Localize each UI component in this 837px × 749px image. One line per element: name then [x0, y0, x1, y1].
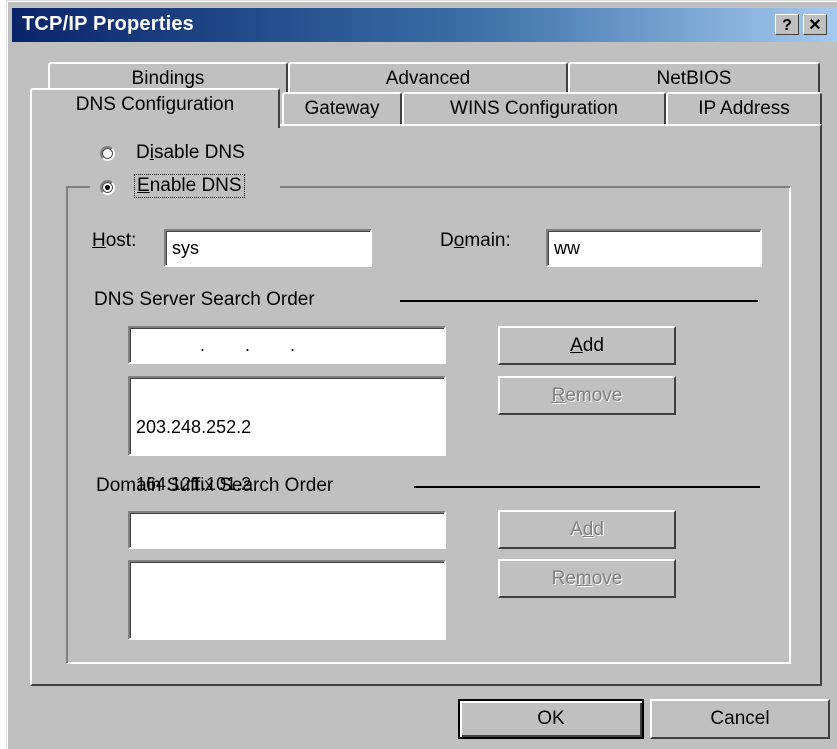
tab-netbios[interactable]: NetBIOS	[568, 62, 820, 96]
section-divider	[400, 300, 758, 302]
list-item[interactable]: 203.248.252.2	[136, 418, 444, 437]
domain-suffix-add-button[interactable]: Add	[498, 510, 676, 549]
tab-label: Advanced	[385, 68, 471, 89]
disable-dns-radio[interactable]	[100, 146, 115, 161]
tab-label: Bindings	[131, 68, 205, 89]
radio-selected-dot	[105, 185, 110, 190]
dns-server-add-button[interactable]: Add	[498, 326, 676, 365]
cancel-button[interactable]: Cancel	[650, 699, 830, 739]
enable-dns-label[interactable]: Enable DNS	[134, 174, 245, 198]
domain-suffix-list[interactable]	[128, 560, 446, 640]
enable-dns-radio[interactable]	[100, 180, 115, 195]
dns-server-ip-input[interactable]: . . .	[128, 326, 446, 364]
help-icon: ?	[782, 17, 792, 34]
section-divider	[414, 486, 760, 488]
dns-server-search-order-label: DNS Server Search Order	[94, 289, 315, 310]
ok-button[interactable]: OK	[458, 699, 644, 739]
tab-gateway[interactable]: Gateway	[282, 92, 402, 126]
close-button[interactable]: ✕	[803, 14, 827, 35]
tab-label: WINS Configuration	[450, 98, 618, 119]
tab-label: Gateway	[304, 98, 380, 119]
domain-suffix-input[interactable]	[128, 511, 446, 549]
tab-label: DNS Configuration	[75, 94, 235, 115]
tab-ip-address[interactable]: IP Address	[666, 92, 822, 126]
host-input[interactable]: sys	[164, 229, 372, 267]
dns-server-remove-button[interactable]: Remove	[498, 376, 676, 415]
tab-dns-configuration[interactable]: DNS Configuration	[30, 88, 280, 128]
disable-dns-label[interactable]: Disable DNS	[136, 142, 245, 164]
window-title: TCP/IP Properties	[22, 13, 194, 35]
tab-advanced[interactable]: Advanced	[288, 62, 568, 96]
domain-input[interactable]: ww	[546, 229, 762, 267]
tab-wins-configuration[interactable]: WINS Configuration	[402, 92, 666, 126]
tab-label: NetBIOS	[656, 68, 732, 89]
domain-label: Domain:	[440, 230, 511, 251]
dns-server-list[interactable]: 203.248.252.2 164.121.101.2	[128, 376, 446, 494]
domain-suffix-remove-button[interactable]: Remove	[498, 559, 676, 598]
help-button[interactable]: ?	[775, 14, 799, 35]
domain-suffix-search-order-label: Domain Suffix Search Order	[96, 475, 334, 496]
host-label: Host:	[92, 230, 137, 251]
dns-configuration-panel: Disable DNS Enable DNS Host: sys Domain:…	[30, 124, 822, 686]
title-bar[interactable]: TCP/IP Properties ? ✕	[12, 8, 837, 42]
tab-label: IP Address	[698, 98, 790, 119]
close-icon: ✕	[808, 17, 822, 34]
